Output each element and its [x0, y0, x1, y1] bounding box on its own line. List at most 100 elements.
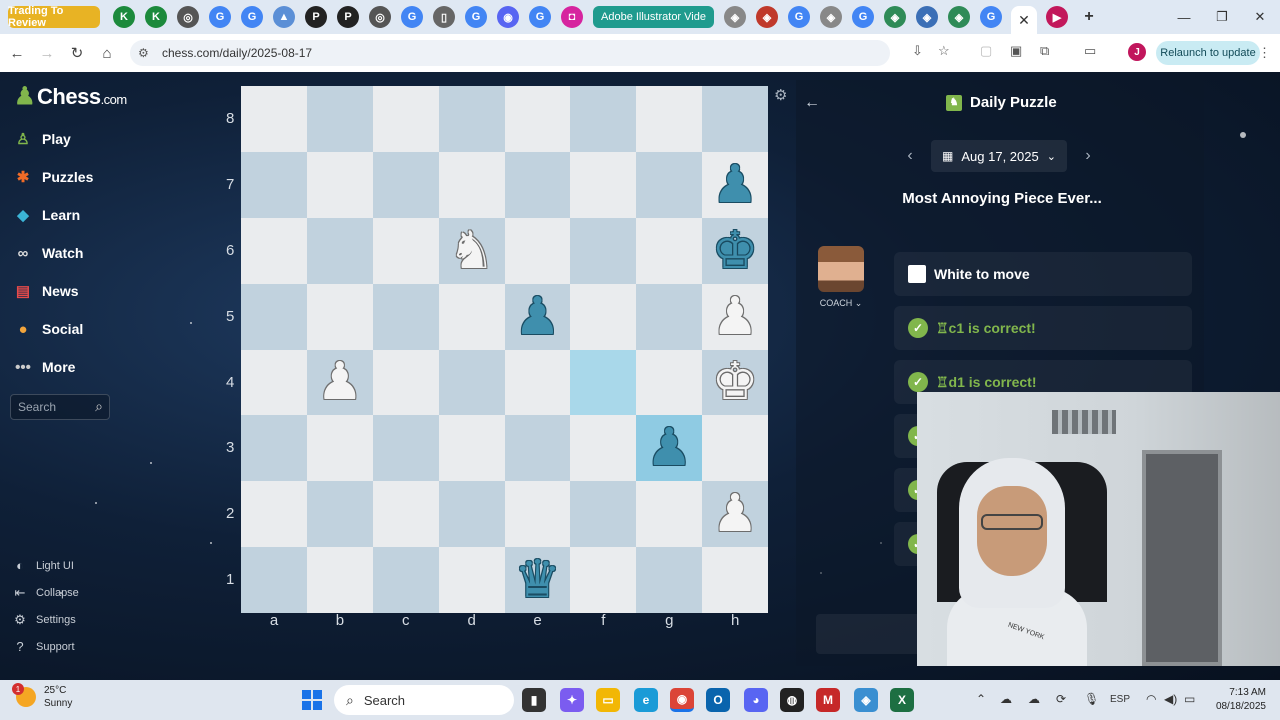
new-tab-button[interactable]: +	[1078, 6, 1100, 28]
next-date-icon[interactable]: ›	[1072, 140, 1104, 172]
profile-avatar[interactable]: J	[1128, 43, 1146, 61]
sidebar-search-input[interactable]: Search ⌕	[10, 394, 110, 420]
tab-favicon-k[interactable]: K	[113, 6, 135, 28]
tab-favicon-c[interactable]: ◈	[819, 6, 842, 28]
tab-favicon-google8[interactable]: G	[979, 6, 1002, 28]
tab-favicon-google7[interactable]: G	[851, 6, 874, 28]
sidebar-item-play[interactable]: ♙ Play	[12, 128, 71, 150]
square-h6[interactable]: ♚	[702, 217, 768, 284]
site-info-icon[interactable]: ⚙	[138, 46, 154, 60]
square-c4[interactable]	[372, 349, 439, 416]
square-f7[interactable]	[570, 151, 637, 218]
battery-icon[interactable]: ▭	[1184, 692, 1195, 706]
square-e7[interactable]	[504, 151, 571, 218]
sidebar-item-news[interactable]: ▤ News	[12, 280, 79, 302]
board-settings-icon[interactable]: ⚙	[774, 86, 787, 104]
file-explorer-icon[interactable]: ▭	[596, 688, 620, 712]
extension-icon-1[interactable]: ▢	[980, 43, 992, 59]
square-h4[interactable]: ♚	[702, 349, 768, 416]
extensions-puzzle-icon[interactable]: ⧉	[1040, 43, 1049, 59]
tab-favicon-e[interactable]: ◈	[915, 6, 938, 28]
square-a1[interactable]	[241, 547, 307, 613]
square-a8[interactable]	[241, 86, 307, 152]
onedrive-icon[interactable]: ☁	[1000, 692, 1012, 706]
square-d3[interactable]	[438, 415, 505, 482]
square-f6[interactable]	[570, 217, 637, 284]
tab-favicon-discord[interactable]: ◉	[497, 6, 519, 28]
black-king-icon[interactable]: ♚	[712, 225, 759, 277]
sidebar-settings[interactable]: ⚙ Settings	[12, 612, 76, 628]
square-e3[interactable]	[504, 415, 571, 482]
square-b7[interactable]	[306, 151, 373, 218]
tab-favicon-instagram[interactable]: ◘	[561, 6, 583, 28]
square-a3[interactable]	[241, 415, 307, 482]
microphone-icon[interactable]: 🎙	[1084, 692, 1099, 706]
sidebar-item-more[interactable]: ••• More	[12, 356, 75, 378]
square-g5[interactable]	[636, 283, 703, 350]
square-h2[interactable]: ♟	[702, 481, 768, 548]
home-icon[interactable]: ⌂	[94, 40, 120, 66]
tab-favicon-google6[interactable]: G	[787, 6, 810, 28]
square-c7[interactable]	[372, 151, 439, 218]
tab-favicon-doc[interactable]: ▯	[433, 6, 455, 28]
discord-icon[interactable]: ◕	[744, 688, 768, 712]
square-e1[interactable]: ♛	[504, 547, 571, 613]
date-picker[interactable]: ▦ Aug 17, 2025 ⌄	[931, 140, 1067, 172]
square-b1[interactable]	[306, 547, 373, 613]
tab-favicon-openai[interactable]: ◎	[177, 6, 199, 28]
square-g8[interactable]	[636, 86, 703, 152]
system-clock[interactable]: 7:13 AM 08/18/2025	[1196, 686, 1266, 714]
tab-favicon-p2[interactable]: P	[337, 6, 359, 28]
square-e5[interactable]: ♟	[504, 283, 571, 350]
tab-favicon-d[interactable]: ◈	[883, 6, 906, 28]
url-input[interactable]: ⚙ chess.com/daily/2025-08-17	[130, 40, 890, 66]
language-indicator[interactable]: ESP	[1110, 694, 1130, 705]
square-h7[interactable]: ♟	[702, 151, 768, 218]
square-d8[interactable]	[438, 86, 505, 152]
square-c6[interactable]	[372, 217, 439, 284]
square-d4[interactable]	[438, 349, 505, 416]
white-knight-icon[interactable]: ♞	[448, 225, 495, 277]
extension-icon-2[interactable]: ▣	[1010, 43, 1022, 59]
tab-favicon-google5[interactable]: G	[529, 6, 551, 28]
tab-favicon-youtube[interactable]: ▶	[1045, 6, 1068, 28]
side-panel-icon[interactable]: ▭	[1084, 43, 1096, 59]
square-c3[interactable]	[372, 415, 439, 482]
square-a5[interactable]	[241, 283, 307, 350]
windows-start-icon[interactable]	[302, 690, 322, 710]
excel-icon[interactable]: X	[890, 688, 914, 712]
square-b6[interactable]	[306, 217, 373, 284]
black-pawn-icon[interactable]: ♟	[646, 422, 693, 474]
square-c5[interactable]	[372, 283, 439, 350]
square-g4[interactable]	[636, 349, 703, 416]
tab-favicon-f[interactable]: ◈	[947, 6, 970, 28]
search-icon[interactable]: ⌕	[95, 398, 103, 415]
back-icon[interactable]: ←	[4, 40, 30, 66]
sidebar-item-social[interactable]: ● Social	[12, 318, 83, 340]
square-g1[interactable]	[636, 547, 703, 613]
prev-date-icon[interactable]: ‹	[894, 140, 926, 172]
copilot-icon[interactable]: ✦	[560, 688, 584, 712]
square-e2[interactable]	[504, 481, 571, 548]
square-b8[interactable]	[306, 86, 373, 152]
square-f5[interactable]	[570, 283, 637, 350]
tab-favicon-google[interactable]: G	[209, 6, 231, 28]
square-g6[interactable]	[636, 217, 703, 284]
square-a7[interactable]	[241, 151, 307, 218]
volume-icon[interactable]: ◀)	[1164, 692, 1177, 706]
tab-favicon-openai2[interactable]: ◎	[369, 6, 391, 28]
black-pawn-icon[interactable]: ♟	[514, 291, 561, 343]
tray-chevron-icon[interactable]: ⌃	[976, 692, 986, 706]
wifi-icon[interactable]: ◠	[1146, 692, 1156, 706]
square-b5[interactable]	[306, 283, 373, 350]
coach-avatar[interactable]: COACH ⌄	[816, 246, 866, 309]
square-a4[interactable]	[241, 349, 307, 416]
square-h8[interactable]	[702, 86, 768, 152]
tab-favicon-google3[interactable]: G	[401, 6, 423, 28]
square-b4[interactable]: ♟	[306, 349, 373, 416]
square-h3[interactable]	[702, 415, 768, 482]
square-e6[interactable]	[504, 217, 571, 284]
square-d5[interactable]	[438, 283, 505, 350]
close-window-icon[interactable]: ✕	[1242, 0, 1278, 34]
chesscom-logo[interactable]: ♟ Chess .com	[14, 82, 127, 111]
